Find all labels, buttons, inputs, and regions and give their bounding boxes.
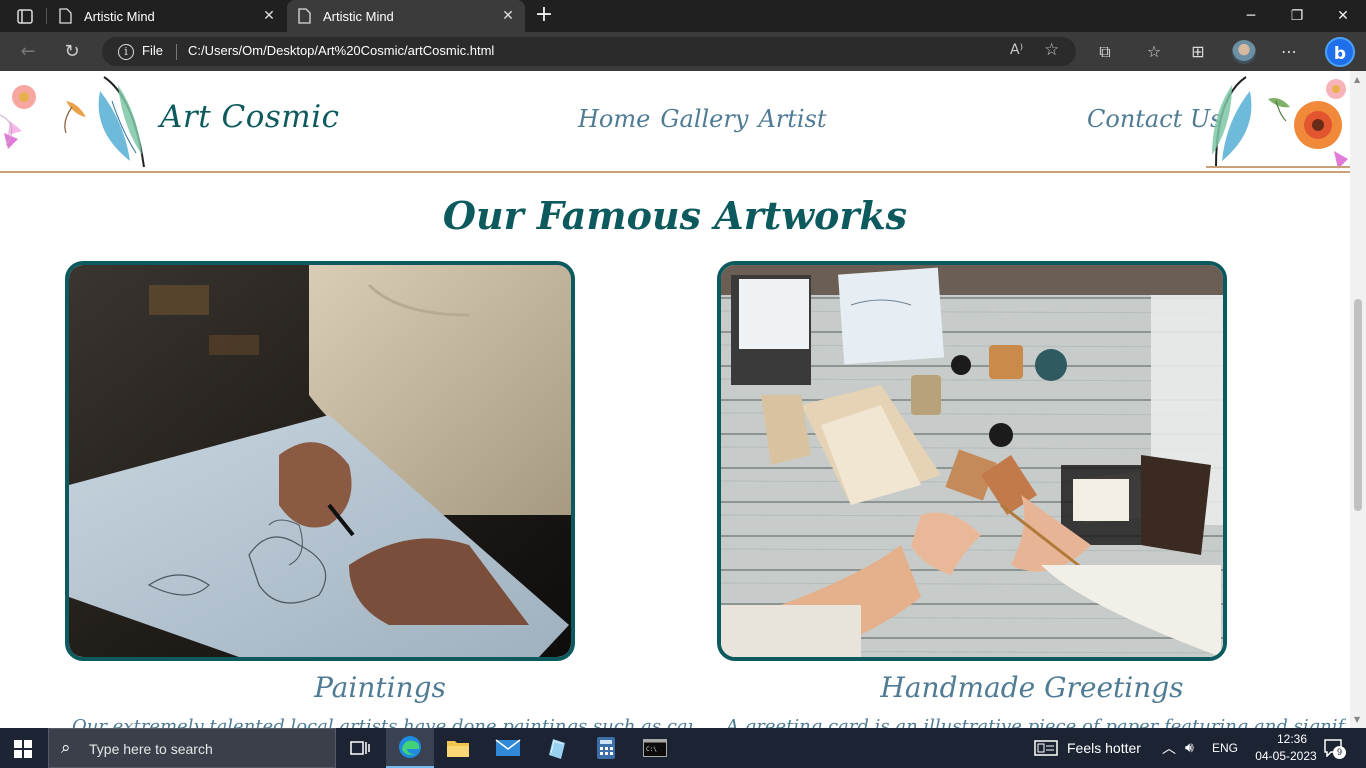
- paintings-image[interactable]: [65, 261, 575, 661]
- address-bar[interactable]: i File C:/Users/Om/Desktop/Art%20Cosmic/…: [102, 37, 1076, 66]
- chevron-up-icon[interactable]: ︿: [1162, 738, 1176, 758]
- nav-link-contact[interactable]: Contact Us: [1087, 105, 1222, 133]
- tab-title: Artistic Mind: [84, 8, 155, 24]
- language-indicator[interactable]: ENG: [1212, 741, 1238, 755]
- page-icon: [59, 8, 72, 24]
- search-placeholder: Type here to search: [89, 741, 213, 757]
- nav-link-gallery[interactable]: Gallery: [660, 105, 748, 133]
- windows-start-icon[interactable]: [14, 740, 32, 758]
- tab-inactive[interactable]: Artistic Mind ✕: [48, 0, 286, 32]
- nav-link-home[interactable]: Home: [578, 105, 650, 133]
- card-text-greetings: A greeting card is an illustrative piece…: [726, 716, 1346, 728]
- more-menu-icon[interactable]: ⋯: [1278, 41, 1300, 63]
- page-scrollbar[interactable]: ▲ ▼: [1350, 71, 1366, 728]
- new-tab-button[interactable]: +: [534, 4, 554, 26]
- volume-icon[interactable]: 🔊︎: [1185, 739, 1194, 756]
- notes-app-icon[interactable]: [533, 728, 581, 768]
- card-title-paintings: Paintings: [314, 671, 446, 704]
- close-window-button[interactable]: ✕: [1320, 0, 1366, 32]
- minimize-button[interactable]: ─: [1228, 0, 1274, 32]
- browser-tab-bar: Artistic Mind ✕ Artistic Mind ✕ + ─ ❐ ✕: [0, 0, 1366, 32]
- page-viewport: Art Cosmic Home Gallery Artist Contact U…: [0, 71, 1350, 728]
- scroll-down-icon[interactable]: ▼: [1354, 715, 1360, 724]
- taskbar-search[interactable]: ⌕ Type here to search: [48, 728, 336, 768]
- nav-link-artist[interactable]: Artist: [758, 105, 826, 133]
- extensions-icon[interactable]: ⧉: [1094, 41, 1116, 63]
- edge-icon[interactable]: [386, 728, 434, 768]
- card-title-greetings: Handmade Greetings: [880, 671, 1184, 704]
- svg-text:C:\: C:\: [646, 746, 657, 753]
- floral-decoration-right: [1206, 76, 1350, 169]
- mail-icon[interactable]: [484, 728, 532, 768]
- scrollbar-thumb[interactable]: [1354, 299, 1362, 511]
- file-explorer-icon[interactable]: [434, 728, 482, 768]
- tab-close-icon[interactable]: ✕: [262, 9, 276, 23]
- refresh-button[interactable]: ↻: [60, 40, 84, 64]
- restore-button[interactable]: ❐: [1274, 0, 1320, 32]
- scheme-label: File: [142, 43, 163, 58]
- weather-icon[interactable]: [1034, 739, 1058, 757]
- windows-taskbar: ⌕ Type here to search C:\ Feels hotter ︿…: [0, 728, 1366, 768]
- clock-date[interactable]: 04-05-2023: [1246, 749, 1326, 763]
- address-toolbar: ← ↻ i File C:/Users/Om/Desktop/Art%20Cos…: [0, 32, 1366, 71]
- profile-avatar[interactable]: [1232, 40, 1256, 64]
- scroll-up-icon[interactable]: ▲: [1354, 75, 1360, 84]
- back-button[interactable]: ←: [16, 40, 40, 64]
- page-icon: [298, 8, 311, 24]
- tab-title: Artistic Mind: [323, 8, 394, 24]
- weather-text[interactable]: Feels hotter: [1067, 740, 1141, 756]
- address-divider: [176, 44, 177, 60]
- notifications-icon[interactable]: 9: [1324, 739, 1346, 759]
- tab-close-icon[interactable]: ✕: [501, 9, 515, 23]
- card-text-paintings: Our extremely talented local artists hav…: [72, 716, 692, 728]
- add-favorite-icon[interactable]: ☆: [1044, 40, 1059, 60]
- favorites-icon[interactable]: ☆: [1143, 41, 1165, 63]
- floral-decoration-left: [0, 76, 145, 168]
- clock-time[interactable]: 12:36: [1262, 732, 1322, 746]
- site-header: Art Cosmic Home Gallery Artist Contact U…: [0, 71, 1350, 173]
- tab-actions-icon[interactable]: [8, 6, 40, 28]
- handmade-greetings-image[interactable]: [717, 261, 1227, 661]
- search-icon: ⌕: [61, 738, 71, 758]
- collections-icon[interactable]: ⊞: [1187, 41, 1209, 63]
- bing-icon[interactable]: b: [1325, 37, 1355, 67]
- brand-logo[interactable]: Art Cosmic: [160, 99, 339, 135]
- calculator-icon[interactable]: [582, 728, 630, 768]
- notification-count: 9: [1333, 746, 1346, 759]
- task-view-icon[interactable]: [336, 728, 384, 768]
- main-nav: Home Gallery Artist: [578, 105, 827, 133]
- terminal-icon[interactable]: C:\: [631, 728, 679, 768]
- url-text[interactable]: C:/Users/Om/Desktop/Art%20Cosmic/artCosm…: [188, 43, 494, 58]
- tab-separator: [46, 8, 47, 24]
- info-icon[interactable]: i: [118, 44, 134, 60]
- read-aloud-icon[interactable]: A⁾: [1010, 42, 1023, 58]
- tab-active[interactable]: Artistic Mind ✕: [287, 0, 525, 32]
- section-title: Our Famous Artworks: [442, 193, 908, 238]
